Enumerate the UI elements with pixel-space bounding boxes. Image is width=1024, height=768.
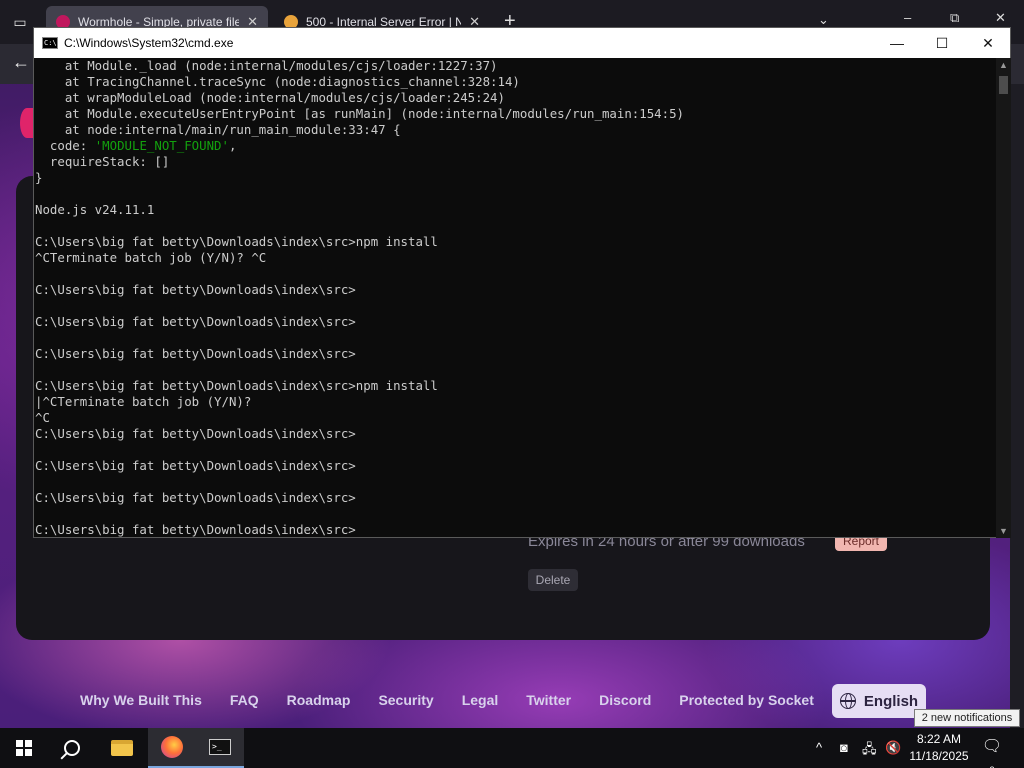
list-all-tabs-icon[interactable]: ⌄ — [818, 12, 829, 28]
console-line: requireStack: [] — [35, 154, 170, 169]
search-icon — [64, 740, 80, 756]
console-line: |^CTerminate batch job (Y/N)? — [35, 394, 252, 409]
footer-nav: Why We Built This FAQ Roadmap Security L… — [80, 692, 842, 708]
language-label: English — [863, 692, 919, 710]
taskbar-clock[interactable]: 8:22 AM 11/18/2025 — [904, 731, 974, 765]
footer-link-roadmap[interactable]: Roadmap — [287, 692, 351, 708]
show-hidden-icons-chevron-icon[interactable]: ^ — [816, 740, 822, 755]
start-button[interactable] — [0, 728, 48, 768]
console-line: Node.js v24.11.1 — [35, 202, 155, 217]
back-arrow-icon[interactable]: ← — [12, 52, 30, 73]
console-line: C:\Users\big fat betty\Downloads\index\s… — [35, 282, 356, 297]
console-line: C:\Users\big fat betty\Downloads\index\s… — [35, 522, 356, 537]
footer-link-twitter[interactable]: Twitter — [526, 692, 571, 708]
globe-icon — [839, 693, 856, 709]
footer-link-discord[interactable]: Discord — [599, 692, 651, 708]
footer-link-legal[interactable]: Legal — [462, 692, 499, 708]
cmd-taskbar-button[interactable]: >_ — [196, 728, 244, 768]
delete-button[interactable]: Delete — [528, 569, 578, 591]
cmd-maximize-button[interactable]: ☐ — [919, 28, 965, 58]
network-icon[interactable]: 🖧 — [862, 740, 877, 762]
folder-icon — [111, 740, 133, 756]
search-button[interactable] — [48, 728, 96, 768]
scroll-down-icon[interactable]: ▼ — [999, 526, 1008, 536]
clock-date: 11/18/2025 — [909, 749, 969, 763]
cmd-close-button[interactable]: ✕ — [965, 28, 1011, 58]
notification-tooltip: 2 new notifications — [914, 709, 1020, 727]
footer-link-why[interactable]: Why We Built This — [80, 692, 202, 708]
browser-restore-button[interactable]: ⧉ — [950, 10, 959, 26]
console-line: C:\Users\big fat betty\Downloads\index\s… — [35, 314, 356, 329]
firefox-icon — [161, 736, 183, 758]
windows-logo-icon — [16, 740, 32, 756]
terminal-icon: >_ — [209, 739, 231, 755]
cmd-app-icon[interactable]: C:\ — [42, 37, 58, 49]
scroll-up-icon[interactable]: ▲ — [999, 60, 1008, 70]
wormhole-logo[interactable] — [20, 108, 34, 138]
console-line: C:\Users\big fat betty\Downloads\index\s… — [35, 458, 356, 473]
console-line: C:\Users\big fat betty\Downloads\index\s… — [35, 378, 438, 393]
console-line: C:\Users\big fat betty\Downloads\index\s… — [35, 490, 356, 505]
page-scrollbar[interactable] — [1010, 84, 1024, 728]
browser-close-button[interactable]: ✕ — [995, 10, 1006, 26]
file-explorer-button[interactable] — [98, 728, 146, 768]
action-center-icon[interactable]: 🗨2 — [980, 736, 1004, 768]
console-line: at TracingChannel.traceSync (node:diagno… — [35, 74, 520, 89]
console-line: at wrapModuleLoad (node:internal/modules… — [35, 90, 505, 105]
volume-muted-icon[interactable]: 🔇 — [885, 740, 901, 756]
tab-list-icon[interactable]: ▭ — [10, 12, 30, 32]
console-line: } — [35, 170, 43, 185]
firefox-taskbar-button[interactable] — [148, 728, 196, 768]
console-line: at node:internal/main/run_main_module:33… — [35, 122, 401, 137]
cmd-window-title: C:\Windows\System32\cmd.exe — [64, 36, 234, 50]
console-line: ^CTerminate batch job (Y/N)? ^C — [35, 250, 267, 265]
scrollbar-thumb[interactable] — [999, 76, 1008, 94]
console-line: C:\Users\big fat betty\Downloads\index\s… — [35, 426, 356, 441]
cmd-title-bar[interactable]: C:\ C:\Windows\System32\cmd.exe — ☐ ✕ — [34, 28, 1010, 58]
cmd-console-output[interactable]: at Module._load (node:internal/modules/c… — [34, 58, 996, 538]
console-line: C:\Users\big fat betty\Downloads\index\s… — [35, 346, 356, 361]
console-line: code: 'MODULE_NOT_FOUND', — [35, 138, 237, 153]
cmd-minimize-button[interactable]: — — [874, 28, 920, 58]
browser-minimize-button[interactable]: – — [904, 10, 911, 25]
language-selector-button[interactable]: English — [832, 684, 926, 718]
cmd-scrollbar[interactable]: ▲ ▼ — [996, 58, 1011, 538]
console-line: ^C — [35, 410, 50, 425]
console-line: at Module._load (node:internal/modules/c… — [35, 58, 498, 73]
footer-link-security[interactable]: Security — [378, 692, 433, 708]
command-prompt-window[interactable]: C:\ C:\Windows\System32\cmd.exe — ☐ ✕ at… — [33, 27, 1011, 538]
meet-now-icon[interactable]: ◙ — [840, 740, 848, 755]
console-line: at Module.executeUserEntryPoint [as runM… — [35, 106, 685, 121]
error-code-value: 'MODULE_NOT_FOUND' — [94, 138, 229, 153]
footer-link-socket[interactable]: Protected by Socket — [679, 692, 814, 708]
clock-time: 8:22 AM — [916, 732, 962, 746]
console-line: C:\Users\big fat betty\Downloads\index\s… — [35, 234, 438, 249]
footer-link-faq[interactable]: FAQ — [230, 692, 259, 708]
windows-taskbar: >_ ^ ◙ 🖧 🔇 — [0, 728, 1024, 768]
